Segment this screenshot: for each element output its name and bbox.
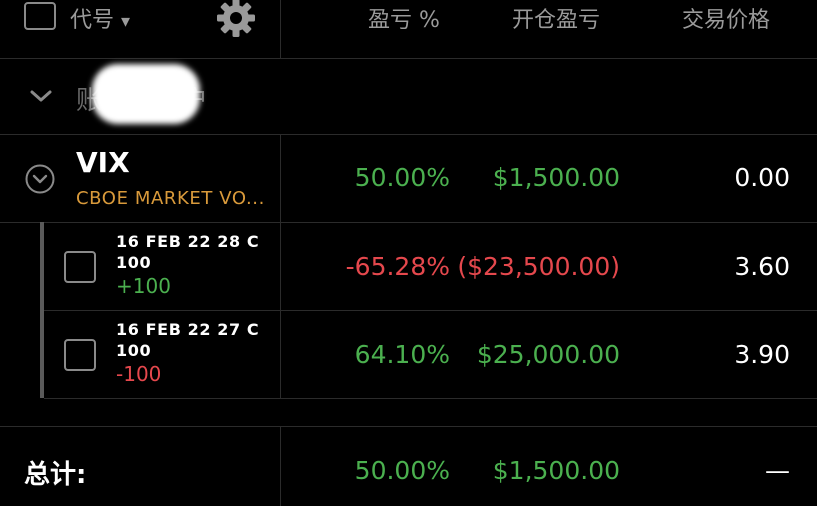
total-trade-price: — xyxy=(765,456,790,485)
position-symbol[interactable]: VIX xyxy=(76,146,130,179)
leg-trade-price: 3.90 xyxy=(734,340,790,369)
total-pnl-percent: 50.00% xyxy=(354,456,450,485)
pnl-percent-header[interactable]: 盈亏 % xyxy=(368,2,440,34)
divider xyxy=(44,310,817,311)
total-label: 总计: xyxy=(24,460,87,490)
leg-quantity: +100 xyxy=(116,274,171,298)
leg-pnl-percent: -65.28% xyxy=(345,252,450,281)
leg-quantity: -100 xyxy=(116,362,162,386)
position-open-pnl: $1,500.00 xyxy=(492,163,620,192)
divider xyxy=(0,222,817,223)
leg-checkbox[interactable] xyxy=(64,339,96,371)
redaction-mark xyxy=(92,64,200,124)
open-pnl-header[interactable]: 开仓盈亏 xyxy=(512,2,600,34)
divider xyxy=(0,134,817,135)
divider xyxy=(44,398,817,399)
total-open-pnl: $1,500.00 xyxy=(492,456,620,485)
divider xyxy=(0,426,817,427)
column-divider xyxy=(280,0,281,58)
trade-price-header[interactable]: 交易价格 xyxy=(682,2,770,34)
circle-chevron-down-icon[interactable] xyxy=(24,163,56,195)
leg-contract-line2: 100 xyxy=(116,253,152,272)
sort-caret-icon: ▾ xyxy=(121,11,131,32)
leg-open-pnl: ($23,500.00) xyxy=(457,252,620,281)
leg-contract-line1: 16 FEB 22 27 C xyxy=(116,320,260,339)
position-trade-price: 0.00 xyxy=(734,163,790,192)
leg-trade-price: 3.60 xyxy=(734,252,790,281)
divider xyxy=(0,58,817,59)
leg-pnl-percent: 64.10% xyxy=(354,340,450,369)
select-all-checkbox[interactable] xyxy=(24,2,56,30)
column-divider xyxy=(280,426,281,506)
chevron-down-icon[interactable] xyxy=(28,86,54,106)
leg-contract-line1: 16 FEB 22 28 C xyxy=(116,232,260,251)
column-divider xyxy=(280,134,281,398)
leg-checkbox[interactable] xyxy=(64,251,96,283)
leg-open-pnl: $25,000.00 xyxy=(476,340,620,369)
symbol-header-label: 代号 xyxy=(70,8,115,33)
symbol-column-header[interactable]: 代号 ▾ xyxy=(70,2,130,34)
position-description: CBOE MARKET VO... xyxy=(76,188,265,209)
leg-contract-line2: 100 xyxy=(116,341,152,360)
position-pnl-percent: 50.00% xyxy=(354,163,450,192)
gear-icon[interactable] xyxy=(214,0,258,40)
